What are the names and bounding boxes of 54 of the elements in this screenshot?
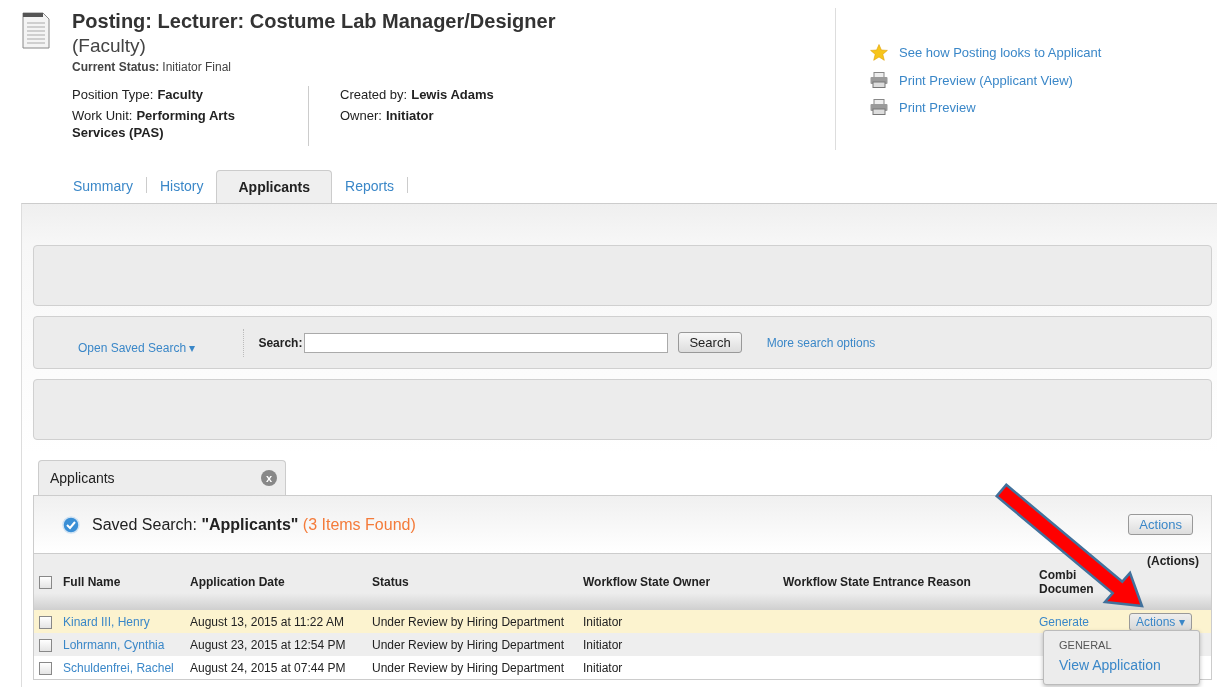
menu-item[interactable]: View Application xyxy=(1059,657,1184,673)
table-cell: Under Review by Hiring Department xyxy=(372,637,565,652)
header-link[interactable]: Print Preview xyxy=(899,99,976,115)
applicant-name-link[interactable]: Schuldenfrei, Rachel xyxy=(63,660,174,675)
table-cell: August 24, 2015 at 07:44 PM xyxy=(190,660,346,675)
tab[interactable]: History xyxy=(146,171,217,203)
status-label: Current Status: xyxy=(72,60,160,74)
select-all-checkbox[interactable] xyxy=(39,576,52,590)
column-header: (Actions) xyxy=(1146,554,1200,568)
column-header: Application Date xyxy=(190,575,285,589)
column-header: Combi Documen xyxy=(1039,568,1094,596)
results-tab-label: Applicants xyxy=(50,470,115,486)
row-checkbox[interactable] xyxy=(39,661,52,675)
menu-heading: GENERAL xyxy=(1059,639,1113,651)
status-value: Initiator Final xyxy=(162,60,232,74)
detail-text: Position Type: Faculty xyxy=(72,86,204,103)
detail-text: Created by: Lewis Adams xyxy=(340,86,494,103)
open-saved-search-link[interactable]: Open Saved Search ▾ xyxy=(78,340,196,355)
results-tab[interactable]: Applicants x xyxy=(38,460,286,495)
table-cell: Under Review by Hiring Department xyxy=(372,660,565,675)
search-button[interactable]: Search xyxy=(678,332,742,353)
star-icon xyxy=(870,44,888,61)
saved-search-title: Saved Search: "Applicants" (3 Items Found) xyxy=(92,515,416,534)
search-label: Search: xyxy=(258,335,303,350)
tab[interactable]: Reports xyxy=(332,171,408,203)
search-field[interactable] xyxy=(304,332,669,353)
table-cell: Under Review by Hiring Department xyxy=(372,614,565,629)
header-link[interactable]: Print Preview (Applicant View) xyxy=(899,72,1073,88)
table-cell: Initiator xyxy=(583,614,623,629)
table-cell: Initiator xyxy=(583,660,623,675)
printer-icon xyxy=(870,99,888,115)
tab[interactable]: Summary xyxy=(60,171,146,203)
row-actions-button[interactable]: Actions ▾ xyxy=(1129,612,1192,631)
table-cell: August 23, 2015 at 12:54 PM xyxy=(190,637,346,652)
close-icon[interactable]: x xyxy=(261,470,277,486)
detail-text: Owner: Initiator xyxy=(340,107,435,124)
column-header: Status xyxy=(372,575,409,589)
printer-icon xyxy=(870,72,888,88)
column-header: Workflow State Entrance Reason xyxy=(783,575,971,589)
more-search-options-link[interactable]: More search options xyxy=(766,335,876,350)
header-link[interactable]: See how Posting looks to Applicant xyxy=(899,45,1102,60)
row-checkbox[interactable] xyxy=(39,638,52,652)
tab[interactable]: Applicants xyxy=(216,170,333,203)
table-cell: Initiator xyxy=(583,637,623,652)
document-icon xyxy=(22,12,50,52)
detail-text: Work Unit: Performing Arts Services (PAS) xyxy=(72,107,236,141)
check-circle-icon xyxy=(62,515,80,534)
column-header: Workflow State Owner xyxy=(583,575,711,589)
row-checkbox[interactable] xyxy=(39,615,52,629)
column-header: Full Name xyxy=(63,575,121,589)
posting-subtitle: (Faculty) xyxy=(72,34,147,58)
posting-title: Posting: Lecturer: Costume Lab Manager/Designer xyxy=(72,9,556,34)
actions-button[interactable]: Actions xyxy=(1128,514,1193,535)
table-cell: August 13, 2015 at 11:22 AM xyxy=(190,614,344,629)
